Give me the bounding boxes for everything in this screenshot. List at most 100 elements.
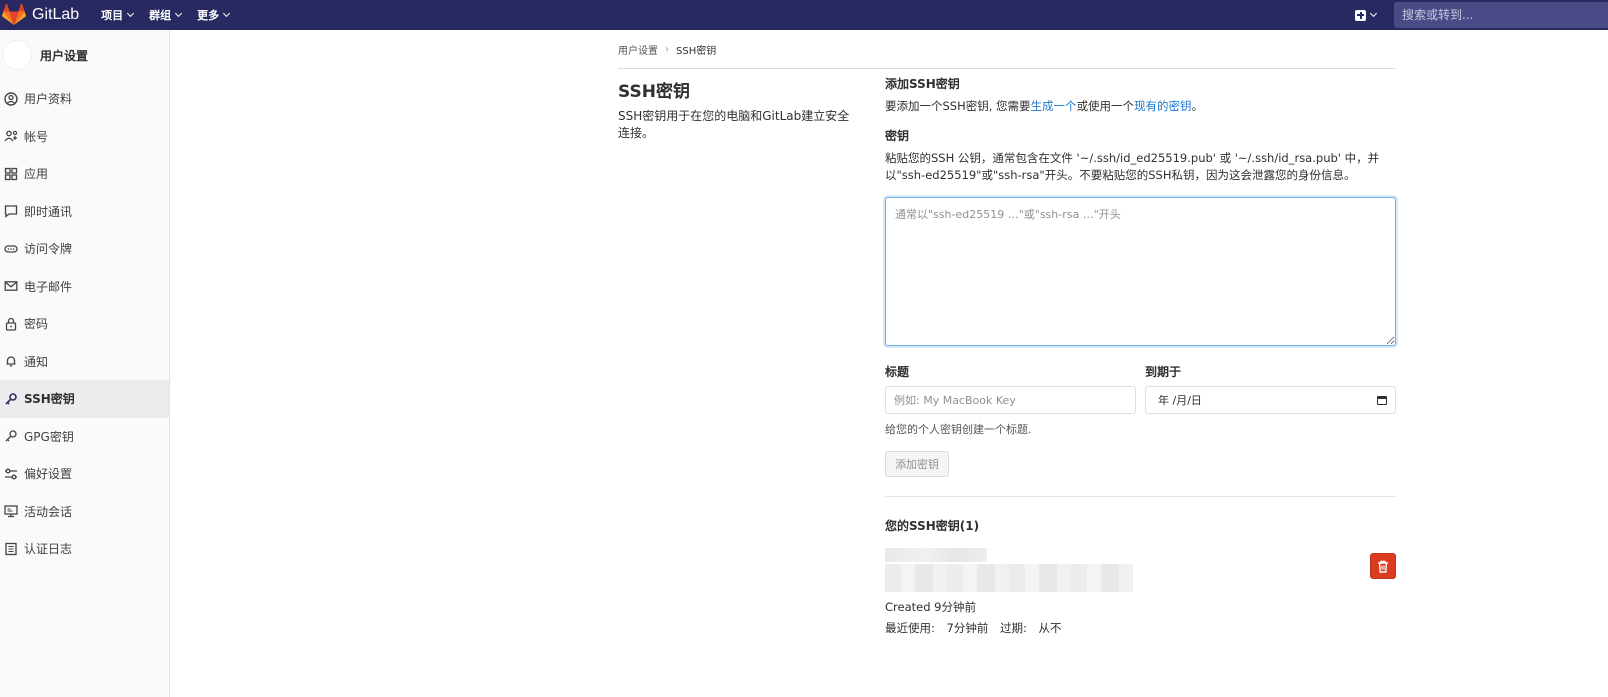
log-icon: [4, 542, 18, 556]
title-field-group: 标题: [885, 363, 1136, 414]
profile-icon: [4, 92, 18, 106]
sidebar-title: 用户设置: [40, 48, 89, 63]
sidebar-item-profile[interactable]: 用户资料: [0, 80, 169, 118]
search-input[interactable]: [1394, 2, 1608, 28]
chevron-right-icon: ›: [665, 43, 669, 55]
nav-groups-label: 群组: [149, 9, 172, 22]
sidebar-item-label: 帐号: [24, 129, 49, 144]
main-nav: 项目 群组 更多: [101, 7, 245, 23]
title-expiry-row: 标题 到期于 年 /月/日: [885, 363, 1396, 414]
token-icon: [4, 242, 18, 256]
key-created-text: Created 9分钟前: [885, 600, 976, 614]
intro-middle: 或使用一个: [1076, 99, 1135, 113]
breadcrumb: 用户设置 › SSH密钥: [618, 30, 1396, 69]
sidebar-item-applications[interactable]: 应用: [0, 155, 169, 193]
preferences-icon: [4, 467, 18, 481]
sidebar-item-account[interactable]: 帐号: [0, 118, 169, 156]
add-key-button[interactable]: 添加密钥: [885, 451, 949, 477]
chevron-down-icon: [175, 9, 183, 18]
expiry-field-group: 到期于 年 /月/日: [1145, 363, 1396, 414]
main-content: 用户设置 › SSH密钥 SSH密钥 SSH密钥用于在您的电脑和GitLab建立…: [618, 30, 1396, 635]
applications-icon: [4, 167, 18, 181]
key-expires-value: 从不: [1038, 621, 1062, 635]
plus-square-icon: [1355, 9, 1366, 21]
delete-key-button[interactable]: [1370, 553, 1396, 579]
nav-projects[interactable]: 项目: [101, 7, 135, 23]
trash-icon: [1378, 560, 1388, 573]
expires-date-input[interactable]: 年 /月/日: [1145, 386, 1396, 414]
calendar-icon[interactable]: [1377, 395, 1387, 405]
sidebar-item-ssh-keys[interactable]: SSH密钥: [0, 380, 169, 418]
sidebar-item-notifications[interactable]: 通知: [0, 343, 169, 381]
intro-prefix: 要添加一个SSH密钥, 您需要: [885, 99, 1031, 113]
avatar: [2, 40, 32, 70]
bell-icon: [4, 354, 18, 368]
key-title-redacted: [885, 548, 987, 562]
title-help-text: 给您的个人密钥创建一个标题.: [885, 423, 1032, 436]
breadcrumb-parent-link[interactable]: 用户设置: [618, 42, 658, 57]
sidebar-item-auth-log[interactable]: 认证日志: [0, 530, 169, 568]
nav-projects-label: 项目: [101, 9, 124, 22]
sidebar-item-label: 活动会话: [24, 504, 73, 519]
account-icon: [4, 129, 18, 143]
sidebar-item-label: 偏好设置: [24, 467, 73, 482]
key-title-input[interactable]: [885, 386, 1136, 414]
new-item-dropdown[interactable]: [1355, 9, 1378, 21]
add-key-intro: 要添加一个SSH密钥, 您需要生成一个或使用一个现有的密钥。: [885, 98, 1396, 115]
section-divider: [885, 496, 1396, 497]
date-input-value: 年 /月/日: [1158, 394, 1202, 407]
last-used-value: 7分钟前: [946, 621, 989, 635]
key-icon: [4, 392, 18, 406]
sidebar-item-label: SSH密钥: [24, 392, 75, 407]
ssh-key-item[interactable]: [885, 548, 1396, 594]
nav-right: [1355, 0, 1608, 30]
sidebar-item-chat[interactable]: 即时通讯: [0, 193, 169, 231]
nav-more-label: 更多: [197, 9, 220, 22]
add-key-heading: 添加SSH密钥: [885, 77, 960, 91]
last-used-label: 最近使用:: [885, 621, 935, 635]
sidebar-item-label: 通知: [24, 354, 49, 369]
chevron-down-icon: [127, 9, 135, 18]
intro-suffix: 。: [1191, 99, 1204, 113]
sidebar-list: 用户资料 帐号 应用 即时通讯 访问令牌 电子邮件 密码 通知 SSH密钥 GP…: [0, 80, 169, 568]
nav-groups[interactable]: 群组: [149, 7, 183, 23]
top-navbar: GitLab 项目 群组 更多: [0, 0, 1608, 30]
sidebar-item-label: 密码: [24, 317, 49, 332]
key-help-text: 粘贴您的SSH 公钥，通常包含在文件 '~/.ssh/id_ed25519.pu…: [885, 151, 1380, 182]
sidebar-item-active-sessions[interactable]: 活动会话: [0, 493, 169, 531]
chat-icon: [4, 204, 18, 219]
sidebar-header[interactable]: 用户设置: [0, 30, 169, 80]
nav-more[interactable]: 更多: [197, 7, 231, 23]
lock-icon: [4, 317, 18, 331]
your-keys-heading: 您的SSH密钥(1): [885, 519, 980, 533]
ssh-key-textarea[interactable]: [885, 197, 1396, 346]
sidebar-item-label: 即时通讯: [24, 204, 73, 219]
sidebar-item-label: 认证日志: [24, 542, 73, 557]
sidebar-item-emails[interactable]: 电子邮件: [0, 268, 169, 306]
chevron-down-icon: [223, 9, 231, 18]
settings-sidebar: 用户设置 用户资料 帐号 应用 即时通讯 访问令牌 电子邮件 密码 通知 SSH…: [0, 30, 170, 697]
sidebar-item-preferences[interactable]: 偏好设置: [0, 455, 169, 493]
key-icon: [4, 429, 18, 443]
generate-key-link[interactable]: 生成一个: [1031, 99, 1077, 113]
expires-field-label: 到期于: [1145, 365, 1182, 379]
key-fingerprint-redacted: [885, 564, 1133, 592]
key-field-label: 密钥: [885, 129, 910, 143]
existing-key-link[interactable]: 现有的密钥: [1134, 99, 1192, 113]
chevron-down-icon: [1369, 9, 1378, 18]
key-expires-label: 过期:: [1000, 621, 1027, 635]
sidebar-item-access-tokens[interactable]: 访问令牌: [0, 230, 169, 268]
sidebar-item-label: 访问令牌: [24, 242, 73, 257]
page-description: SSH密钥用于在您的电脑和GitLab建立安全连接。: [618, 109, 850, 140]
brand-name: GitLab: [32, 6, 80, 23]
add-ssh-key-form: 添加SSH密钥 要添加一个SSH密钥, 您需要生成一个或使用一个现有的密钥。 密…: [885, 75, 1396, 636]
mail-icon: [4, 279, 18, 293]
sidebar-item-gpg-keys[interactable]: GPG密钥: [0, 418, 169, 456]
gitlab-home-link[interactable]: GitLab: [0, 0, 79, 30]
monitor-icon: [4, 504, 18, 518]
sidebar-item-label: 应用: [24, 167, 49, 182]
gitlab-logo-icon: [2, 4, 26, 25]
key-usage-info: 最近使用: 7分钟前 过期: 从不: [885, 620, 1396, 636]
sidebar-item-password[interactable]: 密码: [0, 305, 169, 343]
breadcrumb-current[interactable]: SSH密钥: [676, 42, 716, 57]
